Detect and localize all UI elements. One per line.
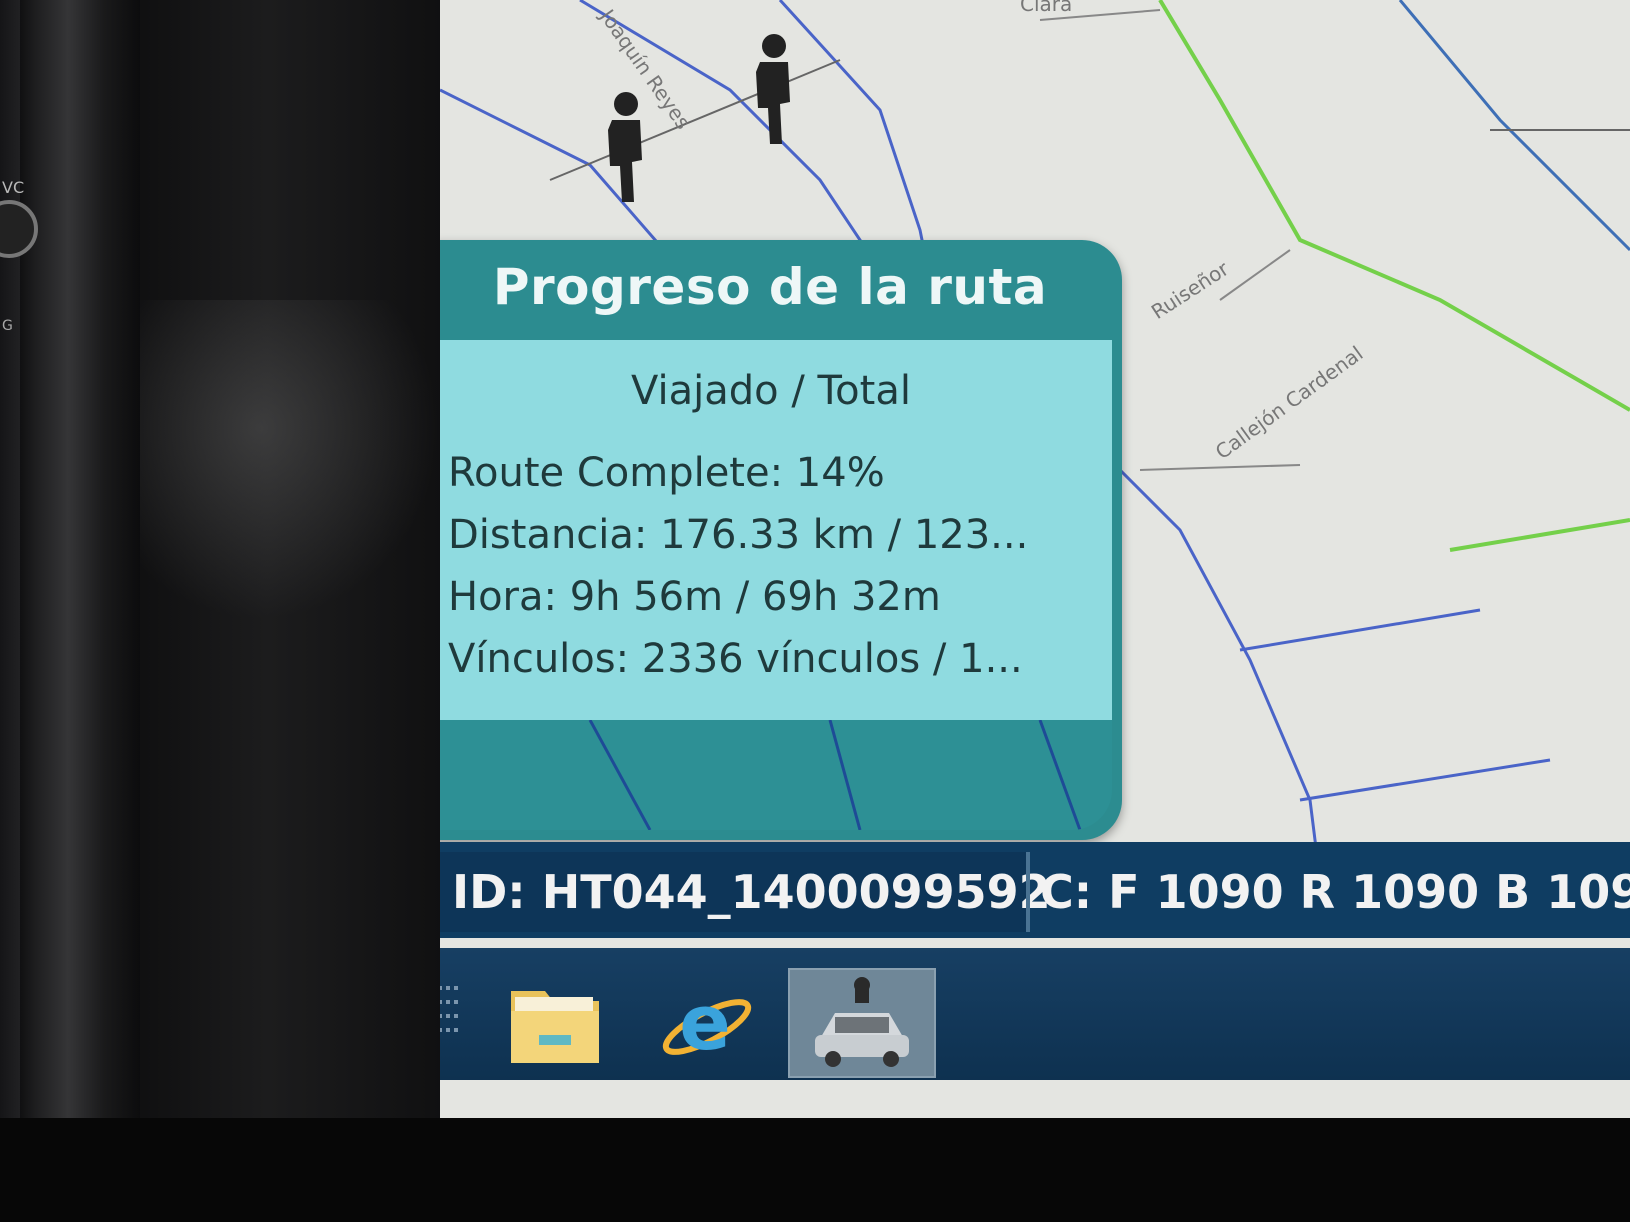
route-progress-panel[interactable]: Progreso de la ruta Viajado / Total Rout…	[440, 240, 1122, 840]
taskbar-capture-app-button[interactable]	[788, 968, 936, 1078]
screen-reflection	[140, 300, 440, 620]
taskbar-browser-button[interactable]: e	[650, 968, 760, 1078]
folder-icon	[511, 991, 599, 1063]
svg-text:e: e	[679, 978, 731, 1067]
panel-title: Progreso de la ruta	[492, 258, 1048, 316]
device-edge	[20, 0, 140, 1222]
capture-counts: C: F 1090 R 1090 B 109	[1040, 865, 1630, 919]
distance-text: Distancia: 176.33 km / 123...	[448, 512, 1029, 558]
status-divider	[1026, 852, 1030, 932]
taskbar-folder-button[interactable]	[500, 968, 610, 1078]
device-screen: Joaquín Reyes Ruiseñor Callejón Cardenal…	[440, 0, 1630, 1120]
street-view-car-icon	[815, 977, 909, 1067]
time-text: Hora: 9h 56m / 69h 32m	[448, 574, 941, 620]
links-text: Vínculos: 2336 vínculos / 1...	[448, 636, 1023, 682]
side-label-g: G	[2, 318, 13, 334]
route-complete-text: Route Complete: 14%	[448, 450, 885, 496]
road-label: Clara	[1020, 0, 1073, 16]
internet-explorer-icon: e	[662, 978, 752, 1067]
panel-footer-roads	[588, 720, 1082, 830]
taskbar-grip-icon[interactable]	[440, 978, 470, 1058]
panel-subtitle: Viajado / Total	[631, 368, 911, 414]
pedestrian-crossing-icon[interactable]	[740, 32, 804, 152]
taskbar: e	[440, 948, 1630, 1080]
status-bar: ID: HT044_1400099592 C: F 1090 R 1090 B …	[440, 842, 1630, 938]
panel-footer	[440, 720, 1112, 830]
device-bottom-bezel	[0, 1118, 1630, 1222]
vehicle-id: ID: HT044_1400099592	[440, 852, 1051, 932]
pedestrian-crossing-icon[interactable]	[592, 90, 656, 210]
side-label: VC	[2, 178, 25, 197]
panel-body: Viajado / Total Route Complete: 14% Dist…	[440, 340, 1112, 720]
